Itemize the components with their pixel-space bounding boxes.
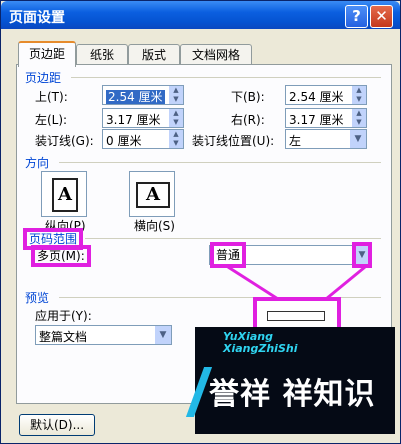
- tab-layout[interactable]: 版式: [128, 44, 180, 65]
- bottom-margin-value: 2.54 厘米: [289, 90, 344, 104]
- watermark-text: 誉祥 祥知识: [209, 377, 376, 412]
- orientation-group-label: 方向: [25, 156, 50, 170]
- right-margin-spinner[interactable]: 3.17 厘米 ▲ ▼: [285, 108, 367, 128]
- apply-to-label: 应用于(Y):: [35, 309, 92, 323]
- spin-arrows-icon[interactable]: ▲ ▼: [169, 130, 183, 148]
- page-setup-dialog: 页面设置 ? ✕ 页边距 纸张 版式 文档网格 页边距 上(T): 2.54 厘…: [0, 0, 401, 444]
- gutter-label: 装订线(G):: [35, 134, 94, 148]
- left-margin-value: 3.17 厘米: [106, 113, 161, 127]
- watermark-tagline: YuXiang XiangZhiShi: [223, 330, 298, 355]
- preview-text-icon: [267, 311, 325, 321]
- bottom-margin-spinner[interactable]: 2.54 厘米 ▲ ▼: [285, 85, 367, 105]
- spin-arrows-icon[interactable]: ▲ ▼: [352, 86, 366, 104]
- gutter-position-value: 左: [289, 134, 302, 148]
- spin-arrows-icon[interactable]: ▲ ▼: [169, 109, 183, 127]
- right-margin-value: 3.17 厘米: [289, 113, 344, 127]
- chevron-down-icon[interactable]: ▼: [350, 130, 366, 148]
- top-margin-spinner[interactable]: 2.54 厘米 ▲ ▼: [102, 85, 184, 105]
- top-margin-value: 2.54 厘米: [106, 90, 165, 104]
- portrait-page-icon: A: [52, 178, 78, 212]
- top-margin-label: 上(T):: [35, 90, 68, 104]
- tab-doc-grid[interactable]: 文档网格: [180, 44, 252, 65]
- title-bar[interactable]: 页面设置 ? ✕: [1, 1, 400, 29]
- divider: [71, 77, 381, 78]
- gutter-position-label: 装订线位置(U):: [192, 134, 275, 148]
- preview-group-label: 预览: [25, 291, 50, 305]
- landscape-page-icon: A: [136, 182, 170, 208]
- landscape-button[interactable]: A: [129, 171, 175, 217]
- close-button[interactable]: ✕: [370, 5, 393, 28]
- bottom-margin-label: 下(B):: [231, 90, 265, 104]
- divider: [59, 162, 381, 163]
- tab-paper[interactable]: 纸张: [76, 44, 128, 65]
- gutter-value: 0 厘米: [106, 134, 142, 148]
- apply-to-value: 整篇文档: [39, 330, 88, 344]
- left-margin-spinner[interactable]: 3.17 厘米 ▲ ▼: [102, 108, 184, 128]
- tab-margins[interactable]: 页边距: [18, 41, 76, 67]
- margins-group-label: 页边距: [25, 71, 62, 85]
- gutter-spinner[interactable]: 0 厘米 ▲ ▼: [102, 129, 184, 149]
- window-title: 页面设置: [9, 10, 65, 26]
- divider: [85, 238, 381, 239]
- chevron-down-icon[interactable]: ▼: [155, 326, 171, 344]
- portrait-button[interactable]: A: [41, 171, 87, 217]
- default-button[interactable]: 默认(D)...: [19, 414, 95, 436]
- watermark-logo: YuXiang XiangZhiShi 誉祥 祥知识: [185, 327, 395, 434]
- multiple-pages-label: 多页(M):: [31, 245, 91, 267]
- spin-arrows-icon[interactable]: ▲ ▼: [169, 86, 183, 104]
- right-margin-label: 右(R):: [231, 113, 265, 127]
- help-button[interactable]: ?: [345, 5, 368, 28]
- gutter-position-select[interactable]: 左 ▼: [285, 129, 367, 149]
- left-margin-label: 左(L):: [35, 113, 68, 127]
- apply-to-select[interactable]: 整篇文档 ▼: [35, 325, 172, 345]
- spin-arrows-icon[interactable]: ▲ ▼: [352, 109, 366, 127]
- landscape-label: 横向(S): [134, 219, 175, 233]
